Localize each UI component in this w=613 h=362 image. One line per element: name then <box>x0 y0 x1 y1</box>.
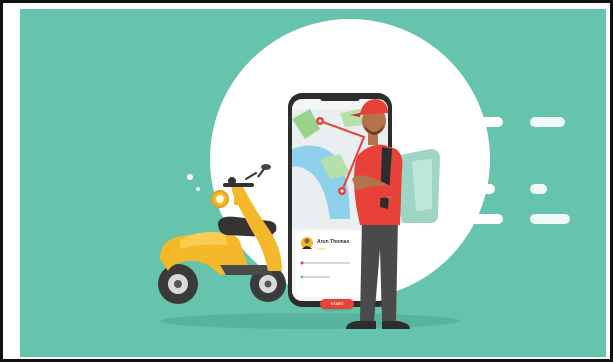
illustration-canvas: Arun Thomas •••••• START <box>20 9 606 357</box>
decor-dot <box>187 174 193 180</box>
start-button[interactable]: START <box>320 299 354 309</box>
image-frame: Arun Thomas •••••• START <box>0 0 613 362</box>
decor-dot <box>196 187 200 191</box>
courier-name: Arun Thomas <box>317 239 350 245</box>
ground-shadow <box>160 313 460 329</box>
delivery-illustration <box>158 19 570 329</box>
courier-rating: •••••• <box>317 246 326 251</box>
